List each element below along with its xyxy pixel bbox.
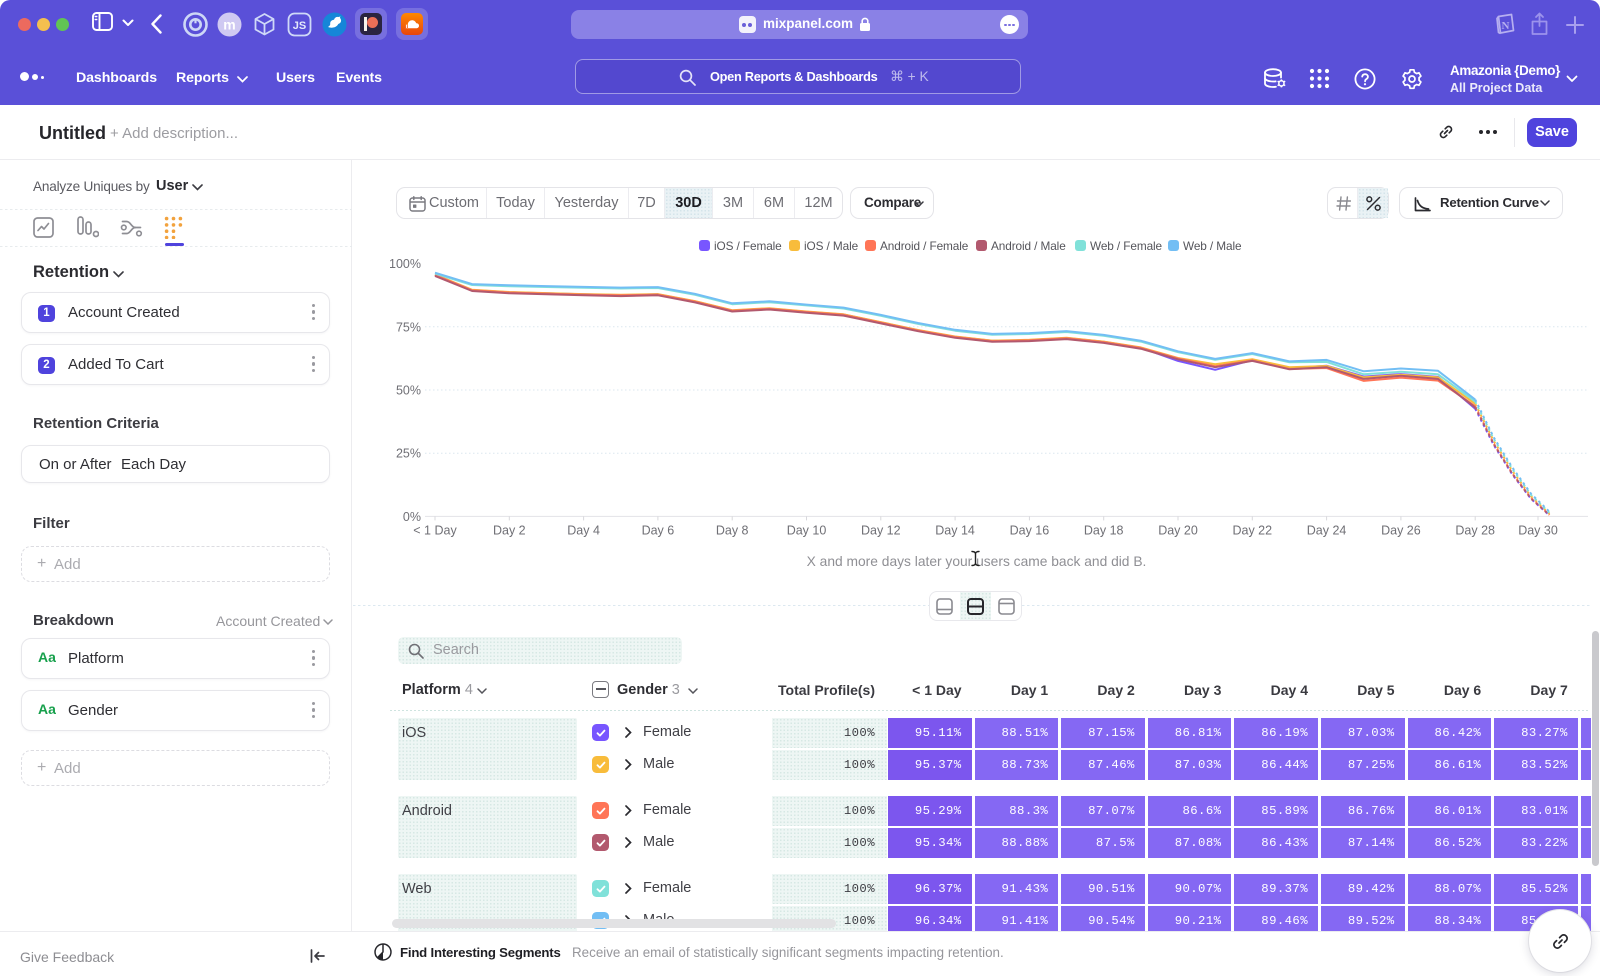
svg-text:Day 30: Day 30	[1518, 523, 1558, 537]
svg-text:Day 6: Day 6	[642, 523, 675, 537]
svg-text:Day 16: Day 16	[1010, 523, 1050, 537]
svg-text:0%: 0%	[403, 510, 421, 524]
svg-text:Day 20: Day 20	[1158, 523, 1198, 537]
svg-text:25%: 25%	[396, 447, 421, 461]
svg-text:Day 24: Day 24	[1307, 523, 1347, 537]
svg-text:m: m	[223, 17, 235, 33]
svg-text:Day 26: Day 26	[1381, 523, 1421, 537]
svg-text:Day 14: Day 14	[935, 523, 975, 537]
svg-text:Day 8: Day 8	[716, 523, 749, 537]
svg-text:100%: 100%	[390, 257, 421, 271]
svg-text:Day 10: Day 10	[787, 523, 827, 537]
svg-text:Day 2: Day 2	[493, 523, 526, 537]
svg-text:JS: JS	[293, 20, 306, 32]
svg-text:75%: 75%	[396, 320, 421, 334]
svg-text:N: N	[1502, 20, 1510, 32]
svg-text:50%: 50%	[396, 384, 421, 398]
svg-text:Day 4: Day 4	[567, 523, 600, 537]
svg-text:< 1 Day: < 1 Day	[413, 523, 457, 537]
svg-text:Day 28: Day 28	[1455, 523, 1495, 537]
svg-text:Day 12: Day 12	[861, 523, 901, 537]
svg-text:Day 22: Day 22	[1232, 523, 1272, 537]
svg-text:Day 18: Day 18	[1084, 523, 1124, 537]
